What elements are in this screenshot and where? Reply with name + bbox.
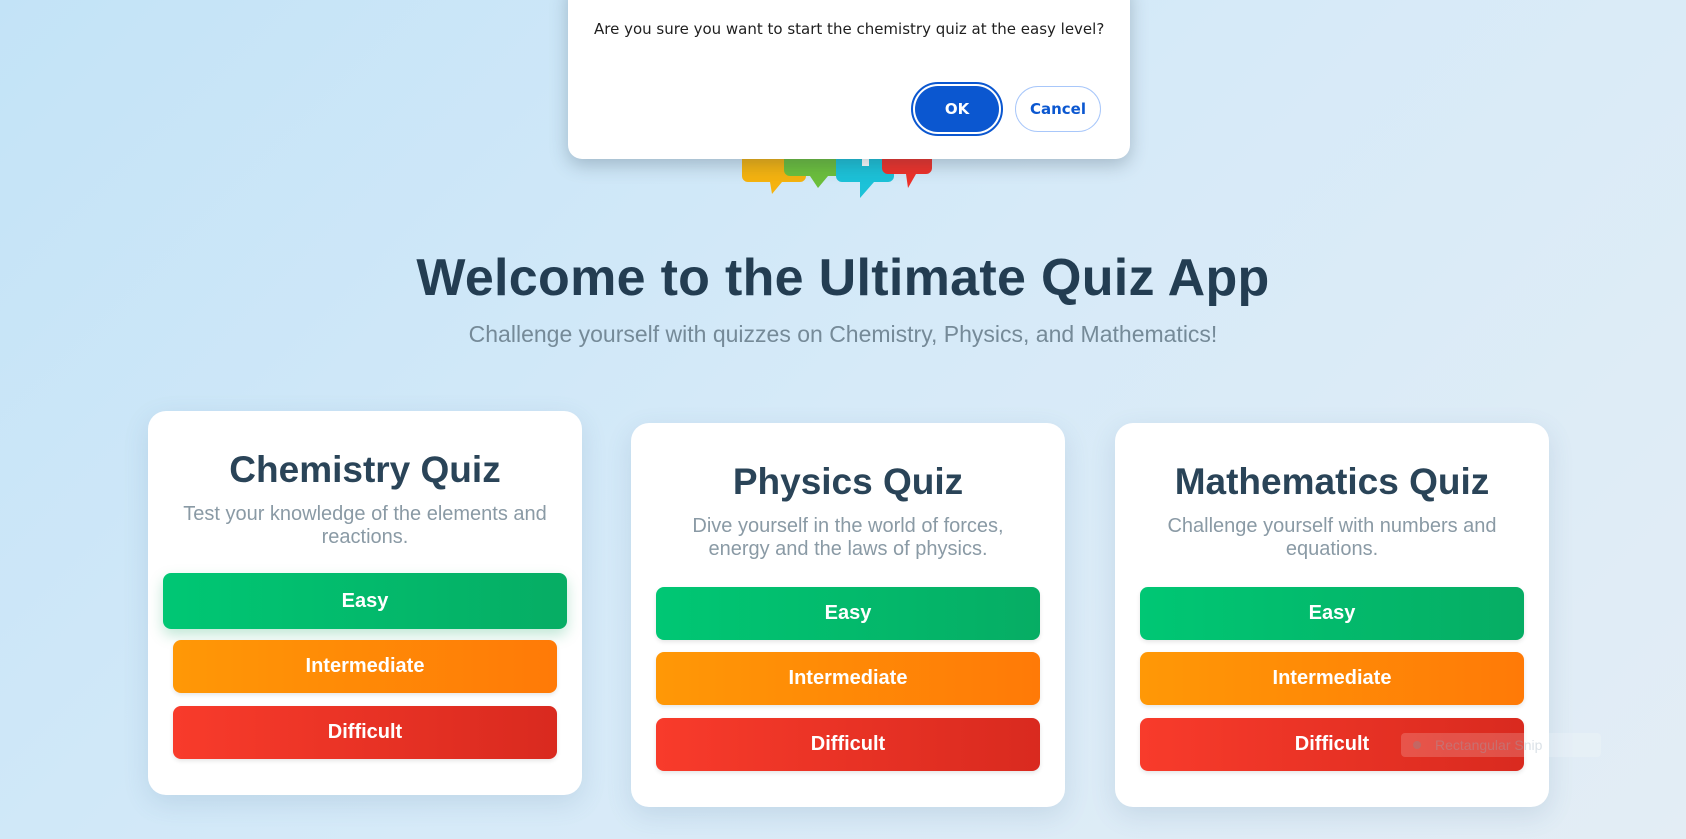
snip-overlay-label: Rectangular Snip [1401,733,1601,757]
physics-intermediate-button[interactable]: Intermediate [656,652,1040,705]
dialog-message: Are you sure you want to start the chemi… [594,20,1105,38]
snip-overlay-text: Rectangular Snip [1435,737,1543,753]
dialog-ok-button[interactable]: OK [911,82,1003,136]
quiz-card-title: Physics Quiz [732,461,964,502]
chemistry-difficult-button[interactable]: Difficult [173,706,557,759]
physics-easy-button[interactable]: Easy [656,587,1040,640]
quiz-card-description: Dive yourself in the world of forces, en… [692,515,1004,560]
quiz-card-description: Test your knowledge of the elements and … [183,503,547,548]
chemistry-easy-button[interactable]: Easy [163,573,567,629]
page-subtitle: Challenge yourself with quizzes on Chemi… [468,321,1218,347]
mathematics-intermediate-button[interactable]: Intermediate [1140,652,1524,705]
dialog-cancel-button[interactable]: Cancel [1015,86,1101,132]
quiz-card-description: Challenge yourself with numbers and equa… [1167,515,1497,560]
physics-difficult-button[interactable]: Difficult [656,718,1040,771]
quiz-card-title: Chemistry Quiz [229,449,501,490]
record-dot-icon [1413,741,1421,749]
quiz-card-title: Mathematics Quiz [1174,461,1490,502]
quiz-card-chemistry: Chemistry Quiz Test your knowledge of th… [148,411,582,795]
chemistry-intermediate-button[interactable]: Intermediate [173,640,557,693]
mathematics-easy-button[interactable]: Easy [1140,587,1524,640]
quiz-card-physics: Physics Quiz Dive yourself in the world … [631,423,1065,807]
confirm-dialog: Are you sure you want to start the chemi… [568,0,1130,159]
page-title: Welcome to the Ultimate Quiz App [416,249,1270,307]
